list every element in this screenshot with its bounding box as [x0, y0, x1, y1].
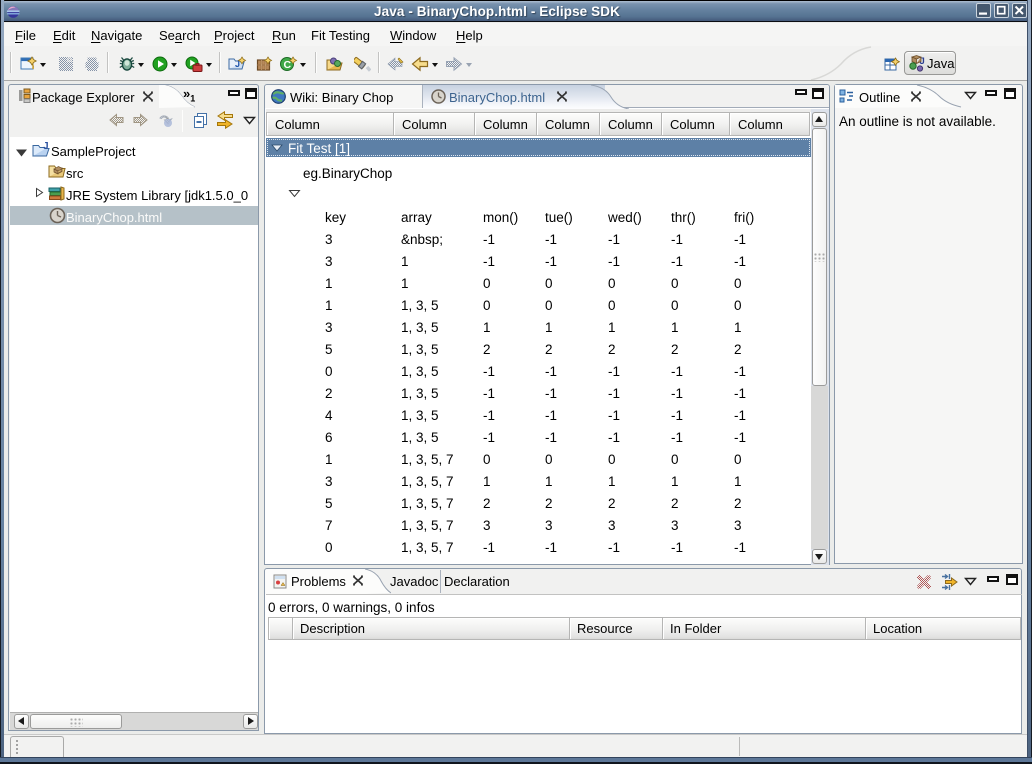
svg-text:J: J: [43, 141, 49, 152]
svg-text:J: J: [920, 56, 925, 67]
